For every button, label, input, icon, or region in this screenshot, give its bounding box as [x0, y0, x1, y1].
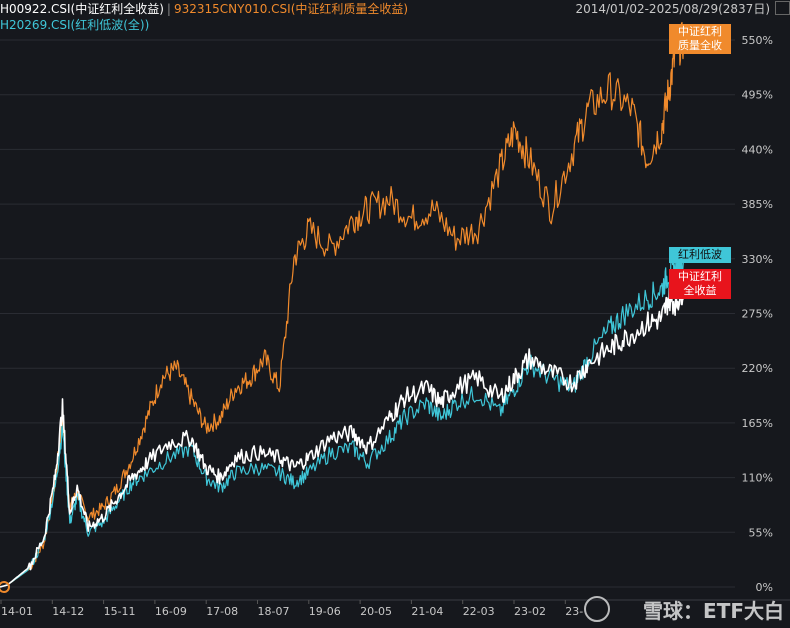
line-chart: 0% 55% 110% 165% 220% 275% 330% 385% 440% 495% 550…: [0, 0, 790, 628]
x-tick-label: 21-04: [411, 605, 443, 618]
x-tick-label: 19-06: [309, 605, 341, 618]
y-tick-label: 0%: [756, 581, 773, 594]
orange-tag-line2: 质量全收: [678, 39, 722, 52]
x-tick-label: 18-07: [258, 605, 290, 618]
red-end-tag: 中证红利 全收益: [669, 269, 731, 299]
x-tick-label: 20-05: [360, 605, 392, 618]
y-tick-label: 110%: [742, 472, 773, 485]
y-tick-label: 440%: [742, 143, 773, 156]
y-tick-label: 220%: [742, 362, 773, 375]
xueqiu-logo-icon: [584, 596, 610, 622]
x-tick-label: 15-11: [104, 605, 136, 618]
y-tick-label: 330%: [742, 253, 773, 266]
series3-label[interactable]: H20269.CSI(红利低波(全)): [0, 17, 149, 33]
x-tick-label: 22-03: [463, 605, 495, 618]
separator: |: [166, 2, 171, 16]
y-tick-label: 55%: [749, 526, 773, 539]
y-tick-label: 495%: [742, 89, 773, 102]
chart-header: H00922.CSI(中证红利全收益) | 932315CNY010.CSI(中证红…: [0, 0, 790, 18]
cyan-end-tag: 红利低波: [669, 247, 731, 263]
series1-label[interactable]: H00922.CSI(中证红利全收益): [0, 0, 164, 18]
x-tick-label: 14-01: [1, 605, 33, 618]
x-tick-label: 14-12: [52, 605, 84, 618]
x-tick-label: 23-: [565, 605, 583, 618]
x-tick-label: 23-02: [514, 605, 546, 618]
series2-label[interactable]: 932315CNY010.CSI(中证红利质量全收益): [174, 0, 408, 18]
red-tag-line2: 全收益: [683, 284, 717, 297]
red-tag-line1: 中证红利: [678, 270, 722, 283]
y-tick-label: 550%: [742, 34, 773, 47]
y-tick-label: 165%: [742, 417, 773, 430]
x-tick-label: 16-09: [155, 605, 187, 618]
orange-end-tag: 中证红利 质量全收: [669, 24, 731, 54]
y-tick-label: 385%: [742, 198, 773, 211]
x-tick-label: 17-08: [206, 605, 238, 618]
date-range[interactable]: 2014/01/02-2025/08/29(2837日): [575, 0, 770, 18]
orange-tag-line1: 中证红利: [678, 25, 722, 38]
y-tick-label: 275%: [742, 308, 773, 321]
range-toggle-icon[interactable]: [775, 1, 790, 15]
watermark-text: 雪球：ETF大白: [643, 599, 784, 623]
